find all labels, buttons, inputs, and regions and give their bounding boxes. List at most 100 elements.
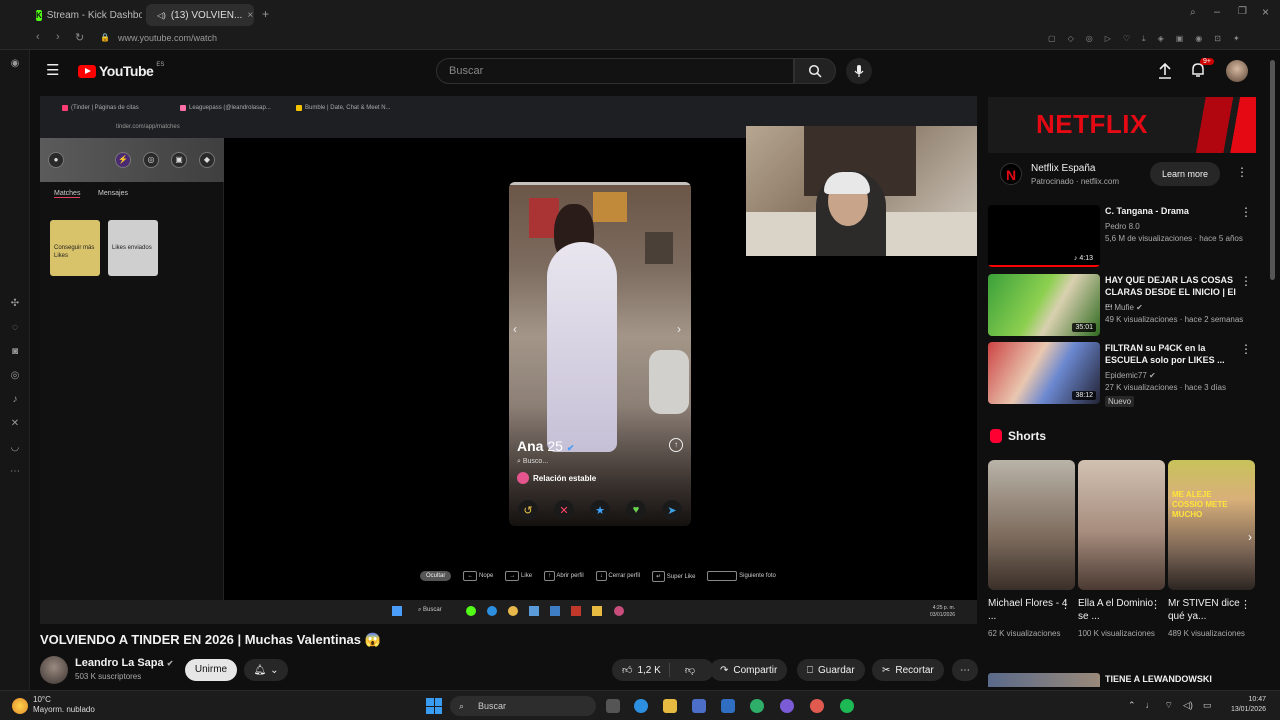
- taskbar-clock[interactable]: 10:47 13/01/2026: [1231, 695, 1266, 715]
- browser-logo-icon[interactable]: ◉: [9, 58, 21, 70]
- short-title[interactable]: Ella A el Dominio se ...: [1078, 597, 1158, 623]
- sponsored-ad[interactable]: NETFLIX N Netflix España Patrocinado · n…: [988, 97, 1256, 197]
- ad-banner[interactable]: NETFLIX: [988, 97, 1256, 153]
- download-icon[interactable]: ⤓: [1142, 34, 1146, 44]
- more-vertical-icon[interactable]: ⋮: [1240, 274, 1252, 288]
- video-title[interactable]: TIENE A LEWANDOWSKI: [1105, 674, 1212, 684]
- store-icon[interactable]: [692, 699, 706, 713]
- extension-icon[interactable]: ▷: [1105, 34, 1111, 44]
- more-vertical-icon[interactable]: ⋮: [1060, 598, 1071, 611]
- battery-icon[interactable]: ▭: [1203, 700, 1212, 711]
- more-actions-button[interactable]: ⋯: [952, 659, 978, 681]
- video-title[interactable]: C. Tangana - Drama: [1105, 205, 1241, 217]
- close-window-icon[interactable]: ×: [1262, 5, 1269, 19]
- url-field[interactable]: www.youtube.com/watch: [118, 33, 217, 43]
- short-thumbnail[interactable]: ME ALEJE COSSIO METE MUCHO: [1168, 460, 1255, 590]
- search-tabs-icon[interactable]: ⌕: [1190, 7, 1196, 18]
- menu-icon[interactable]: ☰: [46, 61, 59, 79]
- youtube-logo[interactable]: YouTube ES: [78, 62, 164, 79]
- volume-icon[interactable]: ◁): [1183, 700, 1193, 711]
- task-view-icon[interactable]: [606, 699, 620, 713]
- account-avatar[interactable]: [1226, 60, 1248, 82]
- video-player[interactable]: (Tinder | Páginas de citas Leaguepass (@…: [40, 96, 977, 624]
- browser-tab-youtube[interactable]: ◁) (13) VOLVIEN... ×: [146, 4, 254, 26]
- channel-name[interactable]: Pedro 8.0: [1105, 221, 1140, 232]
- edge-icon[interactable]: [634, 699, 648, 713]
- recommendation-item[interactable]: 38:12 FILTRAN su P4CK en la ESCUELA solo…: [988, 342, 1256, 412]
- ai-icon[interactable]: ✦: [1233, 34, 1240, 44]
- recommendation-item[interactable]: ♪ 4:13 C. Tangana - Drama Pedro 8.0 5,6 …: [988, 205, 1256, 269]
- channel-name[interactable]: Epidemic77 ✔: [1105, 370, 1156, 381]
- more-icon[interactable]: ⋯: [9, 466, 21, 478]
- sidebar-app-icon[interactable]: ◙: [9, 346, 21, 358]
- weather-widget[interactable]: 10°C Mayorm. nublado: [33, 695, 95, 715]
- chrome-icon[interactable]: [810, 699, 824, 713]
- channel-avatar[interactable]: [40, 656, 68, 684]
- search-input[interactable]: Buscar: [436, 58, 794, 84]
- extension-icon[interactable]: ▢: [1048, 34, 1056, 44]
- video-thumbnail[interactable]: ♪ 4:13: [988, 205, 1100, 267]
- video-thumbnail[interactable]: 38:12: [988, 342, 1100, 404]
- maximize-icon[interactable]: ❐: [1238, 6, 1247, 17]
- extension-icon[interactable]: ◉: [1195, 34, 1202, 44]
- dislike-button[interactable]: 👎︎: [675, 664, 705, 676]
- back-icon[interactable]: ‹: [36, 31, 40, 43]
- minimize-icon[interactable]: –: [1214, 6, 1220, 18]
- reload-icon[interactable]: ↻: [75, 31, 84, 44]
- start-button[interactable]: [426, 698, 442, 714]
- learn-more-button[interactable]: Learn more: [1150, 162, 1220, 186]
- taskbar-search[interactable]: ⌕ Buscar: [450, 696, 596, 716]
- notifications-button[interactable]: 9+: [1190, 58, 1214, 83]
- weather-icon[interactable]: [12, 698, 28, 714]
- forward-icon[interactable]: ›: [56, 31, 60, 43]
- close-tab-icon[interactable]: ×: [247, 10, 253, 21]
- search-button[interactable]: [794, 58, 836, 84]
- wifi-icon[interactable]: ⌔: [1165, 700, 1173, 711]
- more-vertical-icon[interactable]: ⋮: [1240, 342, 1252, 356]
- chevron-right-icon[interactable]: ›: [1248, 530, 1252, 544]
- sidebar-app-icon[interactable]: ✣: [9, 298, 21, 310]
- new-tab-button[interactable]: +: [262, 7, 269, 21]
- short-thumbnail[interactable]: [1078, 460, 1165, 590]
- join-button[interactable]: Unirme: [185, 659, 237, 681]
- video-thumbnail[interactable]: 35:01: [988, 274, 1100, 336]
- file-explorer-icon[interactable]: [663, 699, 677, 713]
- browser-icon[interactable]: [750, 699, 764, 713]
- instagram-icon[interactable]: ◎: [9, 370, 21, 382]
- extension-icon[interactable]: ◈: [1158, 34, 1164, 44]
- more-vertical-icon[interactable]: ⋮: [1150, 598, 1161, 611]
- like-button[interactable]: 👍︎ 1,2 K: [612, 663, 670, 677]
- microphone-icon[interactable]: ♩: [1146, 700, 1155, 711]
- save-button[interactable]: ⎕ Guardar: [797, 659, 865, 681]
- app-icon[interactable]: [780, 699, 794, 713]
- short-thumbnail[interactable]: [988, 460, 1075, 590]
- app-icon[interactable]: [721, 699, 735, 713]
- extension-icon[interactable]: ◇: [1068, 34, 1074, 44]
- recommendation-item[interactable]: 35:01 HAY QUE DEJAR LAS COSAS CLARAS DES…: [988, 274, 1256, 338]
- short-title[interactable]: Mr STIVEN dice qué ya...: [1168, 597, 1248, 623]
- sidebar-app-icon[interactable]: ◡: [9, 442, 21, 454]
- tiktok-icon[interactable]: ♪: [9, 394, 21, 406]
- short-title[interactable]: Michael Flores - 4 ...: [988, 597, 1068, 623]
- sidebar-app-icon[interactable]: ◌: [9, 322, 21, 334]
- favorite-icon[interactable]: ♡: [1123, 34, 1130, 44]
- video-thumbnail[interactable]: [988, 673, 1100, 687]
- extension-icon[interactable]: ▣: [1176, 34, 1184, 44]
- extension-icon[interactable]: ◎: [1086, 34, 1093, 44]
- subscription-bell-button[interactable]: 🔔︎ ⌄: [244, 659, 288, 681]
- voice-search-button[interactable]: [846, 58, 872, 84]
- ad-menu-icon[interactable]: ⋮: [1236, 165, 1248, 179]
- upload-icon[interactable]: [1158, 63, 1172, 79]
- channel-name[interactable]: El Mufie ✔: [1105, 302, 1143, 313]
- x-icon[interactable]: ✕: [9, 418, 21, 430]
- more-vertical-icon[interactable]: ⋮: [1240, 598, 1251, 611]
- spotify-icon[interactable]: [840, 699, 854, 713]
- chevron-up-icon[interactable]: ⌃: [1128, 700, 1136, 711]
- browser-tab-kick[interactable]: K Stream - Kick Dashboard: [30, 4, 142, 26]
- more-vertical-icon[interactable]: ⋮: [1240, 205, 1252, 219]
- extension-icon[interactable]: ⊡: [1214, 34, 1221, 44]
- video-title[interactable]: FILTRAN su P4CK en la ESCUELA solo por L…: [1105, 342, 1241, 366]
- page-scrollbar[interactable]: [1270, 60, 1275, 280]
- share-button[interactable]: ↷ Compartir: [710, 659, 788, 681]
- clip-button[interactable]: ✂ Recortar: [872, 659, 944, 681]
